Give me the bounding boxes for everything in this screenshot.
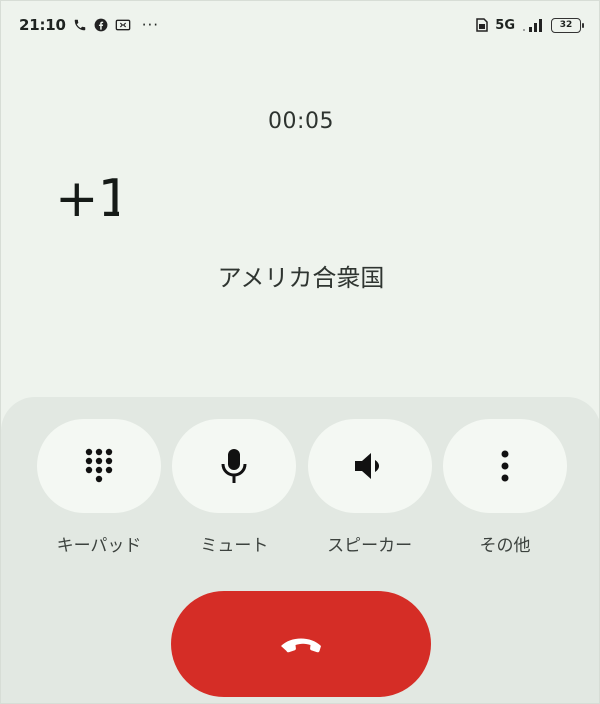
speaker-button[interactable]	[307, 419, 432, 513]
keypad-icon	[85, 448, 113, 483]
phone-icon	[73, 18, 87, 32]
more-button[interactable]	[442, 419, 567, 513]
mute-button[interactable]	[172, 419, 297, 513]
status-bar-left: 21:10 ···	[19, 16, 159, 34]
sim-icon	[476, 18, 489, 32]
speaker-action: スピーカー	[307, 419, 432, 556]
microphone-icon	[221, 449, 247, 483]
call-timer: 00:05	[268, 109, 334, 134]
network-type: 5G	[495, 17, 515, 33]
more-label: その他	[479, 536, 531, 556]
caller-location: アメリカ合衆国	[217, 264, 385, 292]
keypad-button[interactable]	[37, 419, 161, 513]
speaker-icon	[354, 453, 379, 479]
end-call-button[interactable]	[171, 591, 431, 697]
status-bar: 21:10 ··· 5G 32	[1, 1, 599, 49]
number-redaction	[119, 177, 539, 231]
more-vertical-icon	[501, 450, 509, 482]
end-call-icon	[281, 638, 321, 653]
call-actions: キーパッド ミュート スピーカー その他	[37, 419, 567, 556]
status-time: 21:10	[19, 16, 66, 34]
in-call-screen: 21:10 ··· 5G 32 00:05 +1 アメリカ合衆国 キーパッド ミ…	[0, 0, 600, 704]
keypad-label: キーパッド	[56, 536, 142, 556]
cast-icon	[115, 18, 131, 32]
keypad-action: キーパッド	[37, 419, 161, 556]
more-notifications-icon: ···	[141, 16, 160, 34]
speaker-label: スピーカー	[327, 536, 413, 556]
facebook-icon	[94, 18, 108, 32]
more-action: その他	[442, 419, 567, 556]
status-bar-right: 5G 32	[476, 17, 584, 33]
mute-label: ミュート	[200, 536, 269, 556]
mute-action: ミュート	[172, 419, 297, 556]
battery-icon: 32	[551, 17, 584, 33]
signal-icon	[522, 18, 544, 32]
